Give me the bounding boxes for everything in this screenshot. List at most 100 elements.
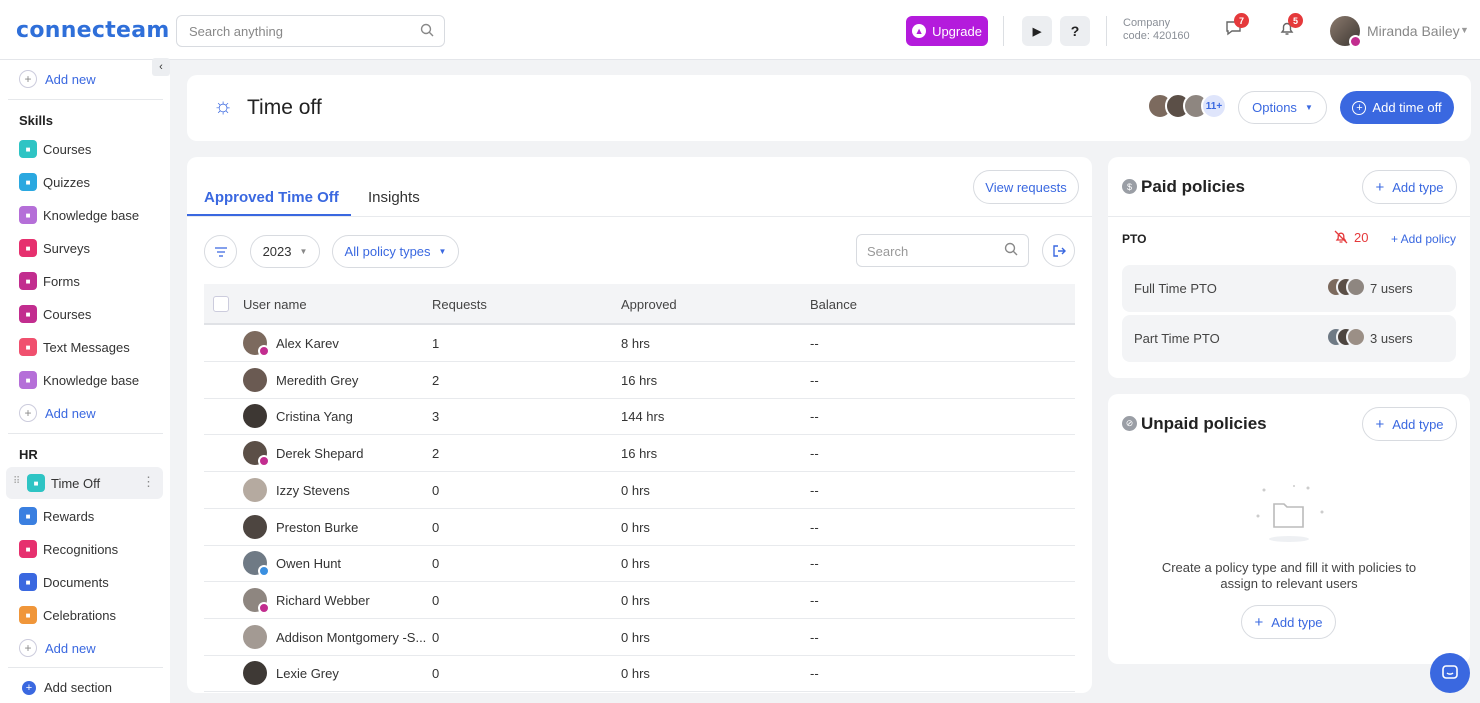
sidebar-item-rewards[interactable]: ■ Rewards [19, 506, 94, 526]
notifications-button[interactable]: 5 [1279, 13, 1303, 41]
user-menu-chevron-icon[interactable]: ▼ [1460, 25, 1469, 35]
select-all-checkbox[interactable] [213, 296, 229, 312]
play-tutorial-button[interactable]: ▶ [1022, 16, 1052, 46]
empty-state-line: Create a policy type and fill it with po… [1161, 560, 1417, 575]
sidebar-item-label: Forms [43, 273, 80, 289]
policy-type-select[interactable]: All policy types ▼ [332, 235, 459, 268]
surveys-icon: ■ [19, 239, 37, 257]
column-header-user-name[interactable]: User name [243, 297, 307, 312]
table-row[interactable]: Lexie Grey 0 0 hrs -- [204, 655, 1075, 693]
column-header-approved[interactable]: Approved [621, 297, 677, 312]
approved-cell: 0 hrs [621, 592, 650, 608]
connecteam-logo[interactable]: connecteam [16, 18, 170, 43]
column-header-balance[interactable]: Balance [810, 297, 857, 312]
add-policy-link[interactable]: + Add policy [1391, 232, 1456, 246]
sidebar-item-recognitions[interactable]: ■ Recognitions [19, 539, 118, 559]
avatar [243, 661, 267, 686]
options-dropdown[interactable]: Options ▼ [1238, 91, 1327, 124]
sidebar-item-label: Documents [43, 574, 109, 590]
bell-off-icon [1334, 230, 1348, 244]
drag-handle-icon[interactable]: ⠿ [13, 476, 20, 487]
view-requests-button[interactable]: View requests [973, 170, 1079, 204]
approved-cell: 8 hrs [621, 336, 650, 351]
help-button[interactable]: ? [1060, 16, 1090, 46]
table-header: User name Requests Approved Balance [204, 284, 1075, 325]
user-name[interactable]: Miranda Bailey [1367, 23, 1460, 39]
column-header-requests[interactable]: Requests [432, 297, 487, 312]
table-row[interactable]: Izzy Stevens 0 0 hrs -- [204, 472, 1075, 509]
table-row[interactable]: Meredith Grey 2 16 hrs -- [204, 362, 1075, 399]
plus-icon: + [19, 70, 37, 88]
plus-icon: + [19, 404, 37, 422]
sidebar-item-courses[interactable]: ■ Courses [19, 304, 91, 324]
sidebar-item-knowledge-base[interactable]: ■ Knowledge base [19, 205, 139, 225]
table-row[interactable]: Preston Burke 0 0 hrs -- [204, 509, 1075, 546]
add-type-label: Add type [1392, 416, 1444, 432]
add-paid-type-button[interactable]: + Add type [1362, 170, 1457, 204]
divider [8, 99, 163, 100]
pto-unassigned-count[interactable]: 20 [1334, 230, 1368, 245]
add-section-button[interactable]: + Add section [19, 680, 112, 695]
table-row[interactable]: Alex Karev 1 8 hrs -- [204, 325, 1075, 362]
caret-down-icon: ▼ [438, 247, 447, 256]
user-name-cell: Alex Karev [276, 336, 339, 351]
global-search-input[interactable]: Search anything [176, 15, 445, 47]
divider [8, 667, 163, 668]
plus-icon: + [19, 639, 37, 657]
table-row[interactable]: Cristina Yang 3 144 hrs -- [204, 398, 1075, 436]
support-chat-button[interactable] [1430, 653, 1470, 693]
role-badge [258, 345, 270, 357]
tab-insights[interactable]: Insights [368, 189, 420, 206]
approved-cell: 0 hrs [621, 519, 650, 535]
sidebar-item-courses[interactable]: ■ Courses [19, 139, 91, 159]
policy-row[interactable]: Part Time PTO 3 users [1122, 315, 1456, 362]
more-avatars-count: 11+ [1201, 93, 1227, 119]
table-row[interactable]: Addison Montgomery -S... 0 0 hrs -- [204, 619, 1075, 656]
upgrade-label: Upgrade [932, 23, 982, 39]
sidebar-item-time-off[interactable]: ■ Time Off [27, 473, 100, 493]
sidebar-item-documents[interactable]: ■ Documents [19, 572, 109, 592]
empty-folder-icon [1250, 482, 1328, 547]
sidebar-item-knowledge-base[interactable]: ■ Knowledge base [19, 370, 139, 390]
add-type-label: Add type [1392, 179, 1444, 195]
more-options-icon[interactable]: ⋮ [142, 474, 155, 490]
table-row[interactable]: Richard Webber 0 0 hrs -- [204, 582, 1075, 619]
table-row[interactable]: Derek Shepard 2 16 hrs -- [204, 435, 1075, 473]
balance-cell: -- [810, 409, 819, 425]
sidebar-item-surveys[interactable]: ■ Surveys [19, 238, 90, 258]
approved-cell: 144 hrs [621, 409, 665, 425]
sidebar-item-quizzes[interactable]: ■ Quizzes [19, 172, 90, 192]
sidebar-item-celebrations[interactable]: ■ Celebrations [19, 605, 116, 625]
add-section-label: Add section [44, 680, 112, 695]
add-time-off-button[interactable]: + Add time off [1340, 91, 1454, 124]
assigned-users-avatars[interactable]: 11+ [1147, 93, 1227, 119]
sidebar-item-text-messages[interactable]: ■ Text Messages [19, 337, 130, 357]
paid-policies-title: Paid policies [1141, 177, 1245, 196]
add-unpaid-type-button[interactable]: + Add type [1362, 407, 1457, 441]
approved-cell: 0 hrs [621, 556, 650, 572]
add-new-button[interactable]: + Add new [19, 70, 96, 88]
knowledge-base-icon: ■ [19, 371, 37, 389]
collapse-sidebar-button[interactable]: ‹ [152, 58, 170, 76]
add-new-button[interactable]: + Add new [19, 404, 96, 422]
messages-button[interactable]: 7 [1225, 13, 1249, 41]
user-name-cell: Addison Montgomery -S... [276, 629, 427, 645]
quizzes-icon: ■ [19, 173, 37, 191]
export-button[interactable] [1042, 234, 1075, 267]
upgrade-button[interactable]: ▲ Upgrade [906, 16, 988, 46]
add-new-label: Add new [45, 640, 96, 656]
sidebar-item-forms[interactable]: ■ Forms [19, 271, 80, 291]
tab-approved-time-off[interactable]: Approved Time Off [204, 189, 339, 206]
add-type-empty-button[interactable]: + Add type [1241, 605, 1336, 639]
table-row[interactable]: Owen Hunt 0 0 hrs -- [204, 545, 1075, 583]
table-search-input[interactable]: Search [856, 234, 1029, 267]
user-avatar[interactable] [1330, 16, 1362, 48]
recognitions-icon: ■ [19, 540, 37, 558]
year-select[interactable]: 2023 ▼ [250, 235, 320, 268]
policy-row[interactable]: Full Time PTO 7 users [1122, 265, 1456, 312]
approved-cell: 16 hrs [621, 446, 658, 462]
add-new-button[interactable]: + Add new [19, 639, 96, 657]
filter-button[interactable] [204, 235, 237, 268]
sidebar-item-label: Surveys [43, 240, 90, 256]
knowledge-base-icon: ■ [19, 206, 37, 224]
